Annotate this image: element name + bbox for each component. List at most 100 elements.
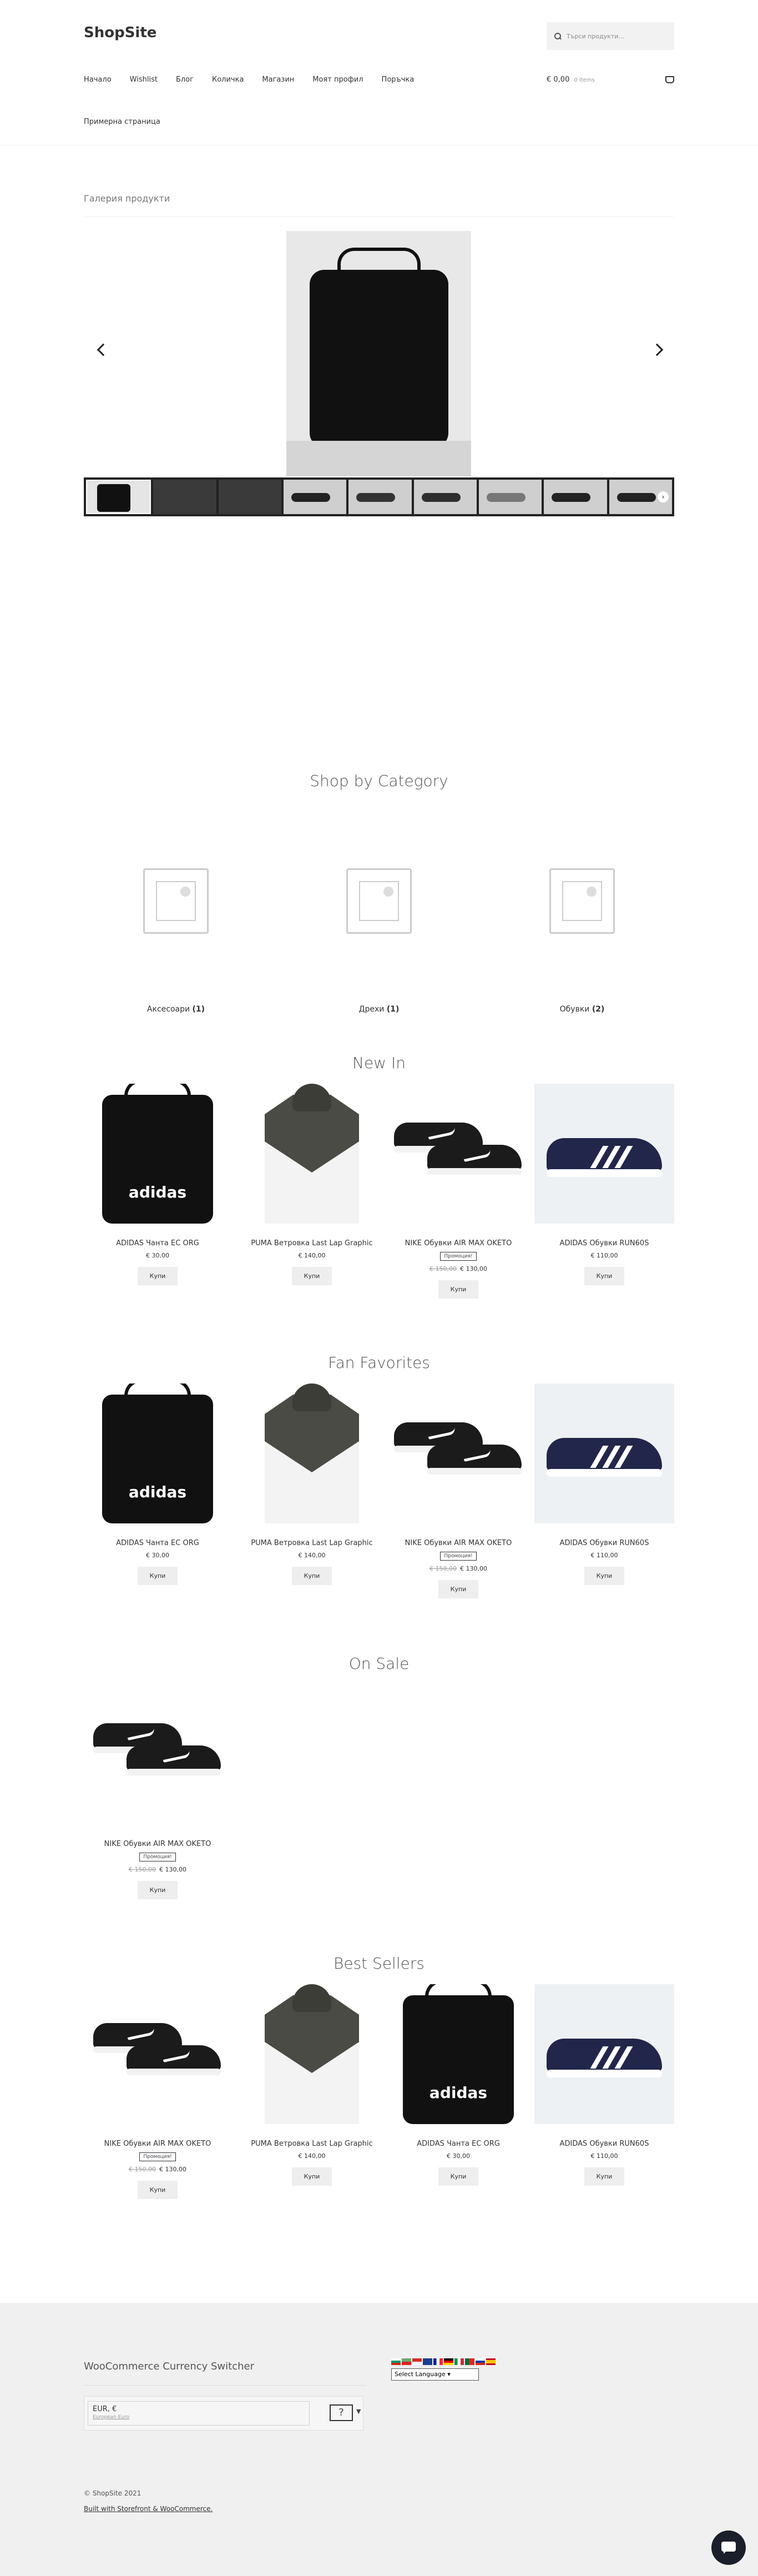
nav-item-wishlist[interactable]: Wishlist — [130, 76, 158, 84]
product-image[interactable] — [388, 1383, 528, 1523]
flag-icon[interactable] — [465, 2358, 474, 2365]
product-name[interactable]: ADIDAS Обувки RUN60S — [534, 2140, 674, 2148]
decor-shirt — [634, 517, 687, 575]
nav-item-account[interactable]: Моят профил — [312, 76, 363, 84]
product-card[interactable]: ADIDAS Обувки RUN60S € 110,00 Купи — [534, 1984, 674, 2186]
buy-button[interactable]: Купи — [291, 1567, 332, 1585]
flag-icon[interactable] — [476, 2358, 485, 2365]
product-card[interactable]: adidas ADIDAS Чанта EC ORG € 30,00 Купи — [88, 1084, 228, 1285]
bag-image: adidas — [403, 1984, 514, 2124]
product-card[interactable]: adidas ADIDAS Чанта EC ORG € 30,00 Купи — [88, 1383, 228, 1585]
product-card[interactable]: NIKE Обувки AIR MAX OKETO Промоция! € 15… — [88, 1684, 228, 1899]
flag-icon[interactable] — [402, 2358, 411, 2365]
search-input[interactable]: Търси продукти… — [547, 22, 674, 50]
decor-shirt — [112, 647, 176, 700]
product-card[interactable]: NIKE Обувки AIR MAX OKETO Промоция! € 15… — [388, 1084, 528, 1299]
product-card[interactable]: PUMA Ветровка Last Lap Graphic € 140,00 … — [242, 1383, 382, 1585]
buy-button[interactable]: Купи — [137, 2181, 178, 2199]
product-image[interactable] — [88, 1684, 228, 1824]
currency-help-icon[interactable]: ? — [330, 2404, 353, 2421]
product-name[interactable]: ADIDAS Обувки RUN60S — [534, 1539, 674, 1547]
thumbnail[interactable] — [218, 480, 281, 514]
buy-button[interactable]: Купи — [584, 1267, 625, 1285]
category-item[interactable]: Дрехи (1) — [287, 868, 471, 1014]
product-card[interactable]: ADIDAS Обувки RUN60S € 110,00 Купи — [534, 1084, 674, 1285]
buy-button[interactable]: Купи — [584, 2167, 625, 2186]
product-card[interactable]: PUMA Ветровка Last Lap Graphic € 140,00 … — [242, 1084, 382, 1285]
product-name[interactable]: PUMA Ветровка Last Lap Graphic — [242, 1239, 382, 1247]
product-card[interactable]: PUMA Ветровка Last Lap Graphic € 140,00 … — [242, 1984, 382, 2186]
product-name[interactable]: ADIDAS Чанта EC ORG — [88, 1539, 228, 1547]
header-cart[interactable]: € 0,00 0 items — [547, 76, 674, 84]
buy-button[interactable]: Купи — [137, 1567, 178, 1585]
category-item[interactable]: Обувки (2) — [490, 868, 674, 1014]
buy-button[interactable]: Купи — [584, 1567, 625, 1585]
flag-icon[interactable] — [433, 2358, 443, 2365]
product-card[interactable]: ADIDAS Обувки RUN60S € 110,00 Купи — [534, 1383, 674, 1585]
product-image[interactable] — [534, 1984, 674, 2124]
chevron-down-icon[interactable]: ▼ — [356, 2408, 361, 2415]
gallery-main-image[interactable] — [286, 231, 471, 476]
product-name[interactable]: NIKE Обувки AIR MAX OKETO — [88, 2140, 228, 2148]
product-image[interactable]: adidas — [388, 1984, 528, 2124]
category-item[interactable]: Аксесоари (1) — [84, 868, 268, 1014]
buy-button[interactable]: Купи — [438, 2167, 479, 2186]
flag-icon[interactable] — [486, 2358, 496, 2365]
gallery-next-arrow[interactable] — [650, 343, 664, 356]
product-name[interactable]: NIKE Обувки AIR MAX OKETO — [388, 1239, 528, 1247]
product-image[interactable] — [242, 1084, 382, 1224]
product-image[interactable] — [242, 1383, 382, 1523]
currency-select[interactable]: EUR, € European Euro — [88, 2401, 310, 2426]
buy-button[interactable]: Купи — [291, 1267, 332, 1285]
thumbnails-next-icon[interactable]: › — [658, 491, 669, 502]
buy-button[interactable]: Купи — [137, 1267, 178, 1285]
thumbnail[interactable] — [348, 480, 412, 514]
site-logo[interactable]: ShopSite — [84, 24, 156, 41]
gallery-prev-arrow[interactable] — [97, 343, 110, 356]
nav-item-home[interactable]: Начало — [84, 76, 112, 84]
product-name[interactable]: ADIDAS Обувки RUN60S — [534, 1239, 674, 1247]
product-image[interactable]: adidas — [88, 1084, 228, 1224]
thumbnail[interactable] — [283, 480, 347, 514]
product-card[interactable]: adidas ADIDAS Чанта EC ORG € 30,00 Купи — [388, 1984, 528, 2186]
thumbnail[interactable] — [544, 480, 607, 514]
built-with-link[interactable]: Built with Storefront & WooCommerce. — [84, 2505, 213, 2513]
buy-button[interactable]: Купи — [438, 1280, 479, 1299]
flag-icon[interactable] — [412, 2358, 422, 2365]
flag-icon[interactable] — [423, 2358, 432, 2365]
thumbnail[interactable] — [478, 480, 542, 514]
product-card[interactable]: NIKE Обувки AIR MAX OKETO Промоция! € 15… — [388, 1383, 528, 1598]
product-name[interactable]: PUMA Ветровка Last Lap Graphic — [242, 2140, 382, 2148]
flag-icon[interactable] — [444, 2358, 453, 2365]
buy-button[interactable]: Купи — [137, 1881, 178, 1899]
product-name[interactable]: NIKE Обувки AIR MAX OKETO — [388, 1539, 528, 1547]
product-name[interactable]: ADIDAS Чанта EC ORG — [88, 1239, 228, 1247]
decor-shirt — [261, 721, 300, 733]
nav-item-sample-page[interactable]: Примерна страница — [84, 118, 160, 126]
product-image[interactable]: adidas — [88, 1383, 228, 1523]
product-name[interactable]: PUMA Ветровка Last Lap Graphic — [242, 1539, 382, 1547]
product-card[interactable]: NIKE Обувки AIR MAX OKETO Промоция! € 15… — [88, 1984, 228, 2199]
flag-icon[interactable] — [391, 2358, 401, 2365]
thumbnail[interactable] — [413, 480, 477, 514]
product-name[interactable]: ADIDAS Чанта EC ORG — [388, 2140, 528, 2148]
product-image[interactable] — [534, 1383, 674, 1523]
flag-icon[interactable] — [454, 2358, 464, 2365]
product-image[interactable] — [534, 1084, 674, 1224]
jacket-image — [248, 1383, 376, 1523]
product-image[interactable] — [388, 1084, 528, 1224]
chat-icon[interactable] — [711, 2530, 746, 2565]
nav-item-shop[interactable]: Магазин — [262, 76, 294, 84]
currency-description: European Euro — [93, 2414, 130, 2420]
product-image[interactable] — [242, 1984, 382, 2124]
buy-button[interactable]: Купи — [438, 1580, 479, 1598]
buy-button[interactable]: Купи — [291, 2167, 332, 2186]
product-name[interactable]: NIKE Обувки AIR MAX OKETO — [88, 1840, 228, 1848]
thumbnail[interactable] — [86, 480, 151, 514]
language-select[interactable]: Select Language ▾ — [391, 2368, 479, 2381]
nav-item-cart[interactable]: Количка — [212, 76, 244, 84]
nav-item-checkout[interactable]: Поръчка — [382, 76, 415, 84]
product-image[interactable] — [88, 1984, 228, 2124]
nav-item-blog[interactable]: Блог — [176, 76, 194, 84]
thumbnail[interactable] — [153, 480, 216, 514]
